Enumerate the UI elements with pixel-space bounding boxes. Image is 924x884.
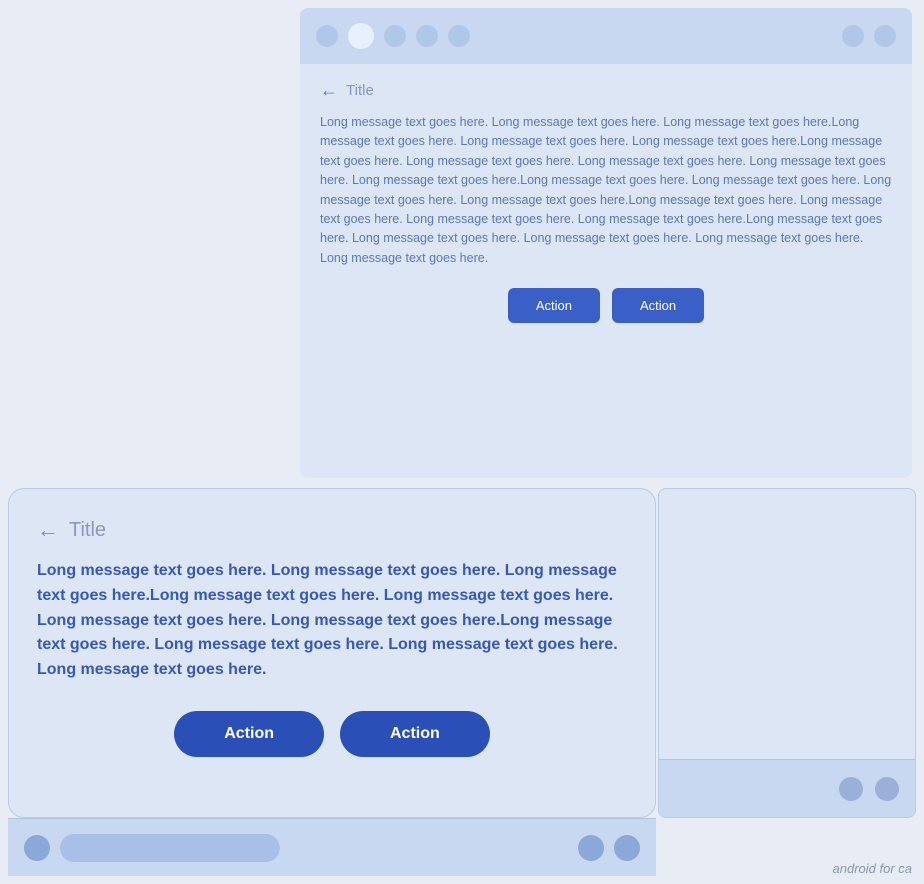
bottom-message-text: Long message text goes here. Long messag… <box>37 559 627 683</box>
header-dot-3 <box>384 25 406 47</box>
bottom-action-button-2[interactable]: Action <box>340 711 490 757</box>
top-card-body: ← Title Long message text goes here. Lon… <box>300 64 912 339</box>
right-dot-1 <box>839 777 863 801</box>
right-card-bottom-bar <box>659 759 915 817</box>
nav-dot-left <box>24 835 50 861</box>
top-card-header <box>300 8 912 64</box>
right-dot-2 <box>875 777 899 801</box>
bottom-button-row: Action Action <box>37 711 627 757</box>
watermark: android for ca <box>833 861 913 876</box>
top-message-text: Long message text goes here. Long messag… <box>320 113 892 268</box>
top-action-button-1[interactable]: Action <box>508 288 600 323</box>
bottom-nav-bar <box>8 818 656 876</box>
header-dot-right-2 <box>874 25 896 47</box>
header-dot-5 <box>448 25 470 47</box>
top-title: Title <box>346 82 374 99</box>
nav-pill <box>60 834 280 862</box>
top-back-arrow-icon[interactable]: ← <box>320 80 338 101</box>
bottom-action-button-1[interactable]: Action <box>174 711 324 757</box>
top-back-row: ← Title <box>320 80 892 101</box>
bottom-title: Title <box>69 519 106 542</box>
bottom-card: ← Title Long message text goes here. Lon… <box>8 488 656 818</box>
right-card <box>658 488 916 818</box>
top-action-button-2[interactable]: Action <box>612 288 704 323</box>
bottom-card-content: ← Title Long message text goes here. Lon… <box>9 489 655 777</box>
header-dot-4 <box>416 25 438 47</box>
top-button-row: Action Action <box>320 288 892 323</box>
bottom-back-arrow-icon[interactable]: ← <box>37 517 59 543</box>
bottom-back-row: ← Title <box>37 517 627 543</box>
nav-dot-right <box>614 835 640 861</box>
nav-dot-center <box>578 835 604 861</box>
header-dot-1 <box>316 25 338 47</box>
header-dot-right-1 <box>842 25 864 47</box>
top-card: ← Title Long message text goes here. Lon… <box>300 8 912 478</box>
header-dot-2 <box>348 23 374 49</box>
